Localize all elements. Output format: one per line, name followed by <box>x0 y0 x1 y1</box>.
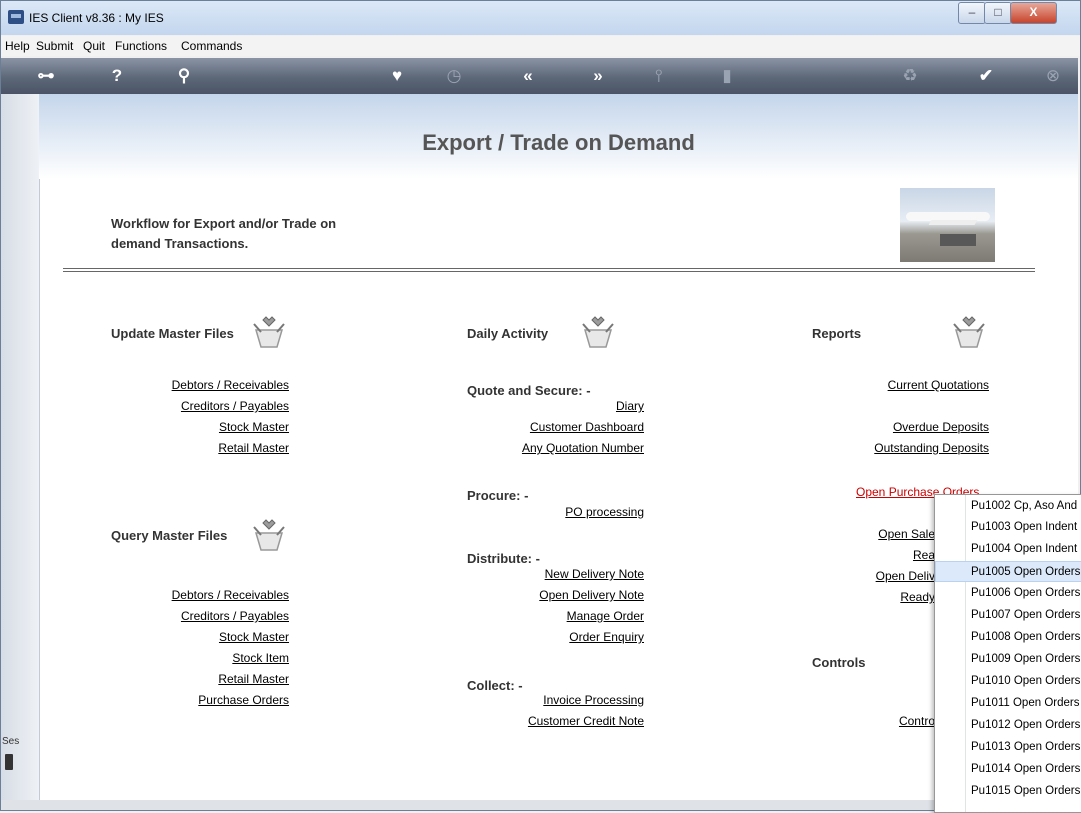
link-customer-credit-note[interactable]: Customer Credit Note <box>528 714 644 728</box>
maximize-button[interactable]: □ <box>984 2 1012 24</box>
status-strip <box>1 800 1078 810</box>
link-any-quotation-number[interactable]: Any Quotation Number <box>522 441 644 455</box>
link-ready[interactable]: Ready <box>900 590 935 604</box>
app-window: IES Client v8.36 : My IES – □ X Help Sub… <box>0 0 1081 811</box>
dropdown-item[interactable]: Pu1004 Open Indent <box>935 539 1081 560</box>
link-new-delivery-note[interactable]: New Delivery Note <box>545 567 644 581</box>
link-query-debtors[interactable]: Debtors / Receivables <box>172 588 289 602</box>
dropdown-item[interactable]: Pu1002 Cp, Aso And <box>935 496 1081 517</box>
back-icon[interactable]: « <box>513 65 543 87</box>
forward-icon[interactable]: » <box>583 65 613 87</box>
dropdown-item[interactable]: Pu1008 Open Orders <box>935 627 1081 648</box>
link-manage-order[interactable]: Manage Order <box>567 609 644 623</box>
dropdown-item[interactable]: Pu1007 Open Orders <box>935 605 1081 626</box>
link-query-purchase-orders[interactable]: Purchase Orders <box>198 693 289 707</box>
recycle-icon[interactable]: ♻ <box>897 65 923 87</box>
link-debtors-receivables[interactable]: Debtors / Receivables <box>172 378 289 392</box>
close-window-button[interactable]: X <box>1010 2 1057 24</box>
link-customer-dashboard[interactable]: Customer Dashboard <box>530 420 644 434</box>
title-bar: IES Client v8.36 : My IES – □ X <box>1 1 1080 35</box>
minimize-button[interactable]: – <box>958 2 986 24</box>
check-icon[interactable]: ✔ <box>974 65 998 87</box>
dropdown-item-selected[interactable]: Pu1005 Open Orders <box>935 561 1081 582</box>
key-icon[interactable]: ⊶ <box>31 65 61 87</box>
link-po-processing[interactable]: PO processing <box>565 505 644 519</box>
dropdown-item[interactable]: Pu1011 Open Orders <box>935 693 1081 714</box>
menu-submit[interactable]: Submit <box>36 39 73 53</box>
close-icon[interactable]: ⊗ <box>1041 65 1065 87</box>
dropdown-item[interactable]: Pu1015 Open Orders <box>935 781 1081 802</box>
menu-bar: Help Submit Quit Functions Commands <box>1 36 1080 56</box>
daily-activity-heading: Daily Activity <box>467 326 549 341</box>
controls-heading: Controls <box>812 655 866 670</box>
update-master-files-heading: Update Master Files <box>111 326 234 341</box>
collect-heading: Collect: - <box>467 678 523 693</box>
app-icon <box>8 10 24 24</box>
quote-and-secure-heading: Quote and Secure: - <box>467 383 591 398</box>
printer-icon[interactable] <box>5 754 13 770</box>
menu-functions[interactable]: Functions <box>115 39 167 53</box>
link-rea[interactable]: Rea <box>913 548 935 562</box>
menu-commands[interactable]: Commands <box>181 39 242 53</box>
dropdown-item[interactable]: Pu1014 Open Orders <box>935 759 1081 780</box>
link-query-stock-item[interactable]: Stock Item <box>232 651 289 665</box>
session-label: Ses <box>2 736 20 747</box>
toolbar: ⊶ ? ⚲ ♥ ◷ « » ⫯ ▮ ♻ ✔ ⊗ <box>1 58 1078 94</box>
reports-heading: Reports <box>812 326 862 341</box>
left-gutter <box>1 94 40 800</box>
heart-icon[interactable]: ♥ <box>385 65 409 87</box>
dropdown-item[interactable]: Pu1013 Open Orders <box>935 737 1081 758</box>
airplane-image <box>900 188 995 262</box>
link-order-enquiry[interactable]: Order Enquiry <box>569 630 644 644</box>
page-subtitle: Workflow for Export and/or Trade on dema… <box>111 216 337 251</box>
page-banner: Export / Trade on Demand <box>39 94 1078 179</box>
link-open-deliv[interactable]: Open Deliv <box>876 569 935 583</box>
search-icon[interactable]: ⚲ <box>169 65 199 87</box>
procure-heading: Procure: - <box>467 488 529 503</box>
help-icon[interactable]: ? <box>105 65 129 87</box>
basket-icon <box>582 316 614 348</box>
link-creditors-payables[interactable]: Creditors / Payables <box>181 399 289 413</box>
window-title: IES Client v8.36 : My IES <box>29 11 164 25</box>
link-controls[interactable]: Contro <box>899 714 935 728</box>
link-open-sale[interactable]: Open Sale <box>878 527 935 541</box>
basket-icon <box>253 316 285 348</box>
basket-icon <box>253 519 285 551</box>
link-open-delivery-note[interactable]: Open Delivery Note <box>539 588 644 602</box>
link-overdue-deposits[interactable]: Overdue Deposits <box>893 420 989 434</box>
menu-quit[interactable]: Quit <box>83 39 105 53</box>
dropdown-item[interactable]: Pu1006 Open Orders <box>935 583 1081 604</box>
link-current-quotations[interactable]: Current Quotations <box>888 378 989 392</box>
link-stock-master[interactable]: Stock Master <box>219 420 289 434</box>
basket-icon <box>953 316 985 348</box>
distribute-heading: Distribute: - <box>467 551 540 566</box>
purchase-orders-dropdown[interactable]: Pu1002 Cp, Aso And Pu1003 Open Indent Pu… <box>934 494 1081 813</box>
query-master-files-heading: Query Master Files <box>111 528 228 543</box>
link-diary[interactable]: Diary <box>616 399 644 413</box>
dropdown-item[interactable]: Pu1010 Open Orders <box>935 671 1081 692</box>
menu-help[interactable]: Help <box>5 39 30 53</box>
dropdown-item[interactable]: Pu1003 Open Indent <box>935 517 1081 538</box>
clock-icon[interactable]: ◷ <box>441 65 467 87</box>
dropdown-item[interactable]: Pu1009 Open Orders <box>935 649 1081 670</box>
link-query-creditors[interactable]: Creditors / Payables <box>181 609 289 623</box>
link-query-retail-master[interactable]: Retail Master <box>218 672 289 686</box>
page-title: Export / Trade on Demand <box>422 130 695 155</box>
link-retail-master[interactable]: Retail Master <box>218 441 289 455</box>
main-content: Export / Trade on Demand Workflow for Ex… <box>1 94 1078 810</box>
link-invoice-processing[interactable]: Invoice Processing <box>543 693 644 707</box>
dropdown-item[interactable]: Pu1012 Open Orders <box>935 715 1081 736</box>
screen-icon[interactable]: ▮ <box>717 65 737 87</box>
section-divider <box>63 268 1035 272</box>
link-outstanding-deposits[interactable]: Outstanding Deposits <box>874 441 989 455</box>
link-query-stock-master[interactable]: Stock Master <box>219 630 289 644</box>
pin-icon[interactable]: ⫯ <box>647 65 671 87</box>
